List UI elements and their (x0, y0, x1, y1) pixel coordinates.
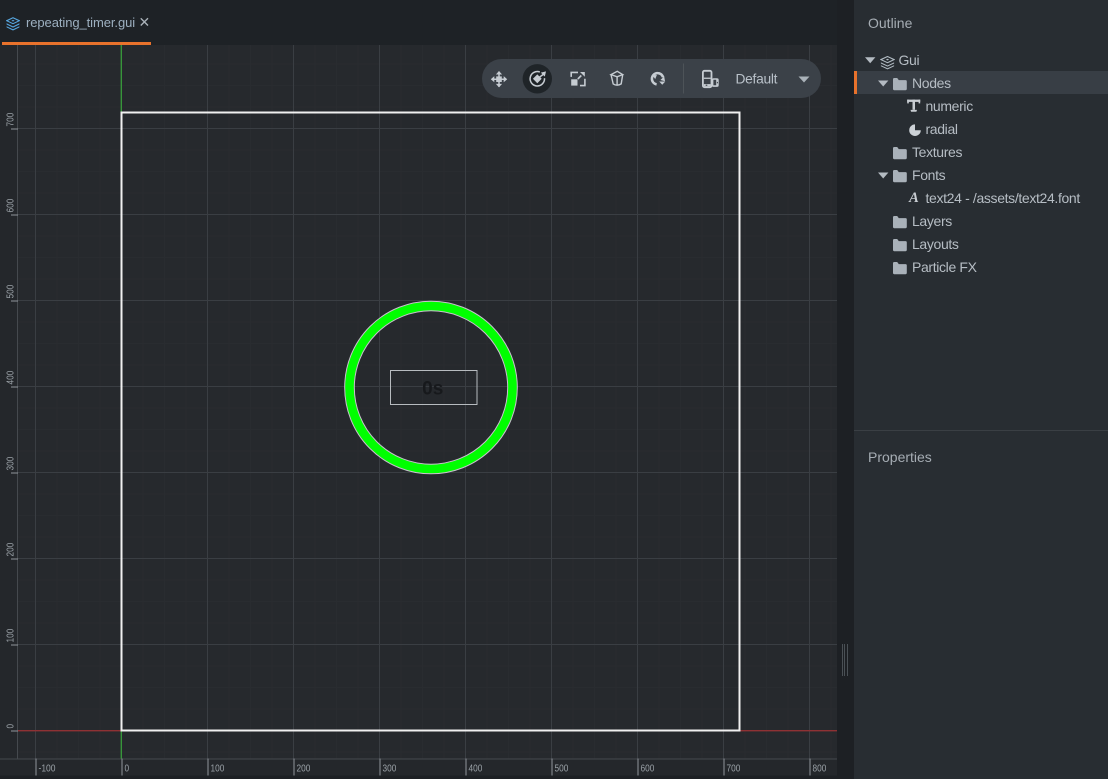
svg-text:600: 600 (641, 764, 655, 775)
svg-text:700: 700 (727, 764, 741, 775)
svg-text:500: 500 (6, 284, 17, 298)
svg-text:0s: 0s (422, 379, 443, 400)
svg-text:800: 800 (813, 764, 827, 775)
svg-text:100: 100 (211, 764, 225, 775)
svg-text:0: 0 (125, 764, 130, 775)
svg-text:A: A (908, 190, 919, 205)
svg-text:500: 500 (555, 764, 569, 775)
svg-text:200: 200 (297, 764, 311, 775)
svg-text:-100: -100 (39, 764, 56, 775)
svg-text:600: 600 (6, 198, 17, 212)
svg-text:100: 100 (6, 628, 17, 642)
svg-text:200: 200 (6, 542, 17, 556)
svg-text:400: 400 (469, 764, 483, 775)
svg-text:400: 400 (6, 370, 17, 384)
svg-text:Default: Default (736, 72, 778, 87)
svg-text:300: 300 (6, 456, 17, 470)
svg-text:700: 700 (6, 112, 17, 126)
svg-text:300: 300 (383, 764, 397, 775)
svg-text:0: 0 (6, 724, 17, 729)
